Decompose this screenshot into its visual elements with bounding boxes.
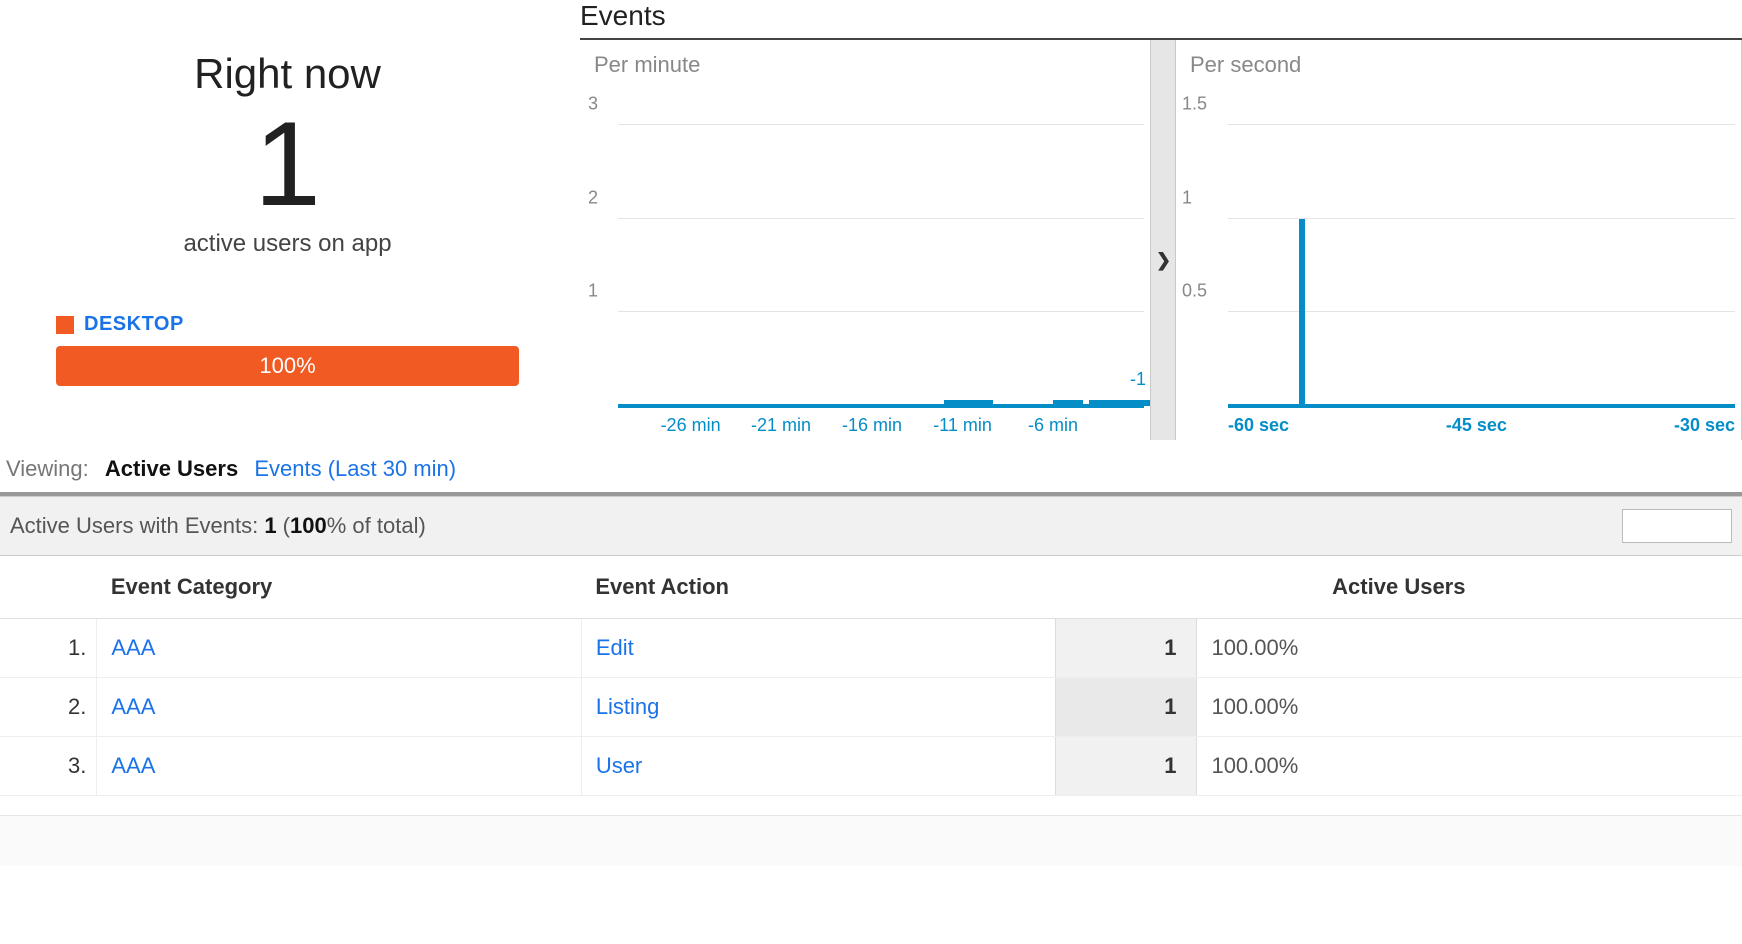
events-title: Events bbox=[580, 0, 1742, 32]
ytick: 3 bbox=[588, 93, 598, 114]
ytick: 1 bbox=[1182, 187, 1192, 208]
xtick: -30 sec bbox=[1674, 415, 1735, 436]
table-search-input[interactable] bbox=[1622, 509, 1732, 543]
per-second-chart[interactable]: Per second 0.5 1 1.5 -60 sec -45 sec -30… bbox=[1176, 40, 1742, 440]
events-charts-panel: Events Per minute 1 2 3 bbox=[575, 0, 1742, 440]
desktop-swatch-icon bbox=[56, 316, 74, 334]
event-category-link[interactable]: AAA bbox=[97, 678, 581, 737]
active-users-pct: 100.00% bbox=[1197, 678, 1742, 737]
xtick: -60 sec bbox=[1228, 415, 1289, 436]
tab-active-users[interactable]: Active Users bbox=[105, 456, 238, 481]
th-event-action[interactable]: Event Action bbox=[581, 556, 1055, 619]
per-second-label: Per second bbox=[1176, 40, 1741, 78]
th-active-users[interactable]: Active Users bbox=[1332, 574, 1465, 600]
event-action-link[interactable]: Listing bbox=[581, 678, 1055, 737]
event-category-link[interactable]: AAA bbox=[97, 737, 581, 796]
active-user-count: 1 bbox=[20, 98, 555, 230]
xtick: -11 min bbox=[933, 415, 992, 436]
chart-divider[interactable]: ❯ bbox=[1150, 40, 1176, 440]
row-index: 2. bbox=[0, 678, 97, 737]
ytick: 0.5 bbox=[1182, 281, 1207, 302]
device-legend[interactable]: DESKTOP bbox=[56, 313, 555, 336]
xtick: -16 min bbox=[842, 415, 902, 436]
xtick: -21 min bbox=[751, 415, 811, 436]
per-second-plot: 0.5 1 1.5 -60 sec -45 sec -30 sec bbox=[1228, 106, 1735, 406]
ytick: 1 bbox=[588, 281, 598, 302]
active-user-subtitle: active users on app bbox=[20, 230, 555, 258]
per-minute-chart[interactable]: Per minute 1 2 3 bbox=[580, 40, 1150, 440]
table-row: 1. AAA Edit 1 100.00% bbox=[0, 619, 1742, 678]
table-row: 3. AAA User 1 100.00% bbox=[0, 737, 1742, 796]
xtick: -45 sec bbox=[1446, 415, 1507, 436]
xtick: -26 min bbox=[661, 415, 721, 436]
tab-events-last-30[interactable]: Events (Last 30 min) bbox=[254, 456, 456, 481]
event-action-link[interactable]: Edit bbox=[581, 619, 1055, 678]
right-now-panel: Right now 1 active users on app DESKTOP … bbox=[0, 0, 575, 440]
event-action-link[interactable]: User bbox=[581, 737, 1055, 796]
events-table: Event Category Event Action Active Users… bbox=[0, 556, 1742, 796]
desktop-percent-bar: 100% bbox=[56, 346, 519, 386]
desktop-legend-label: DESKTOP bbox=[84, 313, 184, 336]
event-category-link[interactable]: AAA bbox=[97, 619, 581, 678]
xtick: -6 min bbox=[1028, 415, 1078, 436]
active-users-count: 1 bbox=[1056, 619, 1197, 678]
summary-text: Active Users with Events: 1 (100% of tot… bbox=[10, 513, 426, 539]
row-index: 3. bbox=[0, 737, 97, 796]
row-index: 1. bbox=[0, 619, 97, 678]
active-users-pct: 100.00% bbox=[1197, 619, 1742, 678]
active-users-count: 1 bbox=[1056, 737, 1197, 796]
summary-strip: Active Users with Events: 1 (100% of tot… bbox=[0, 496, 1742, 556]
chevron-right-icon: ❯ bbox=[1156, 250, 1171, 271]
xtick: -1… bbox=[1130, 369, 1148, 407]
ytick: 2 bbox=[588, 187, 598, 208]
viewing-tabs: Viewing: Active Users Events (Last 30 mi… bbox=[0, 440, 1742, 492]
right-now-title: Right now bbox=[20, 50, 555, 98]
viewing-prefix: Viewing: bbox=[6, 456, 89, 481]
per-minute-label: Per minute bbox=[580, 40, 1150, 78]
active-users-pct: 100.00% bbox=[1197, 737, 1742, 796]
per-minute-plot: 1 2 3 -26 min -21 min -16 min bbox=[618, 106, 1144, 406]
th-event-category[interactable]: Event Category bbox=[97, 556, 581, 619]
active-users-count: 1 bbox=[1056, 678, 1197, 737]
table-row: 2. AAA Listing 1 100.00% bbox=[0, 678, 1742, 737]
ytick: 1.5 bbox=[1182, 93, 1207, 114]
desktop-percent-value: 100% bbox=[259, 353, 315, 379]
